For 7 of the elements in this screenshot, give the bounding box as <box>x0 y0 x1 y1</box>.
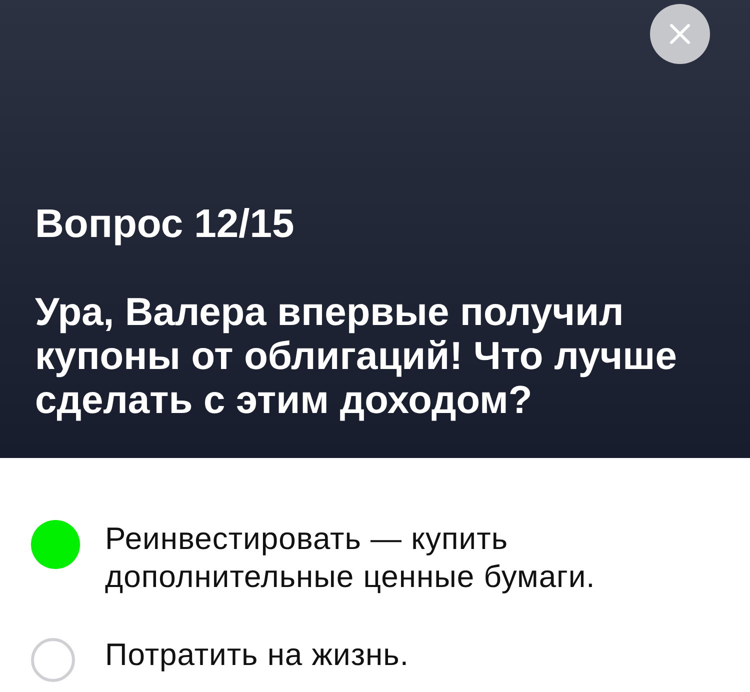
close-icon <box>670 24 690 44</box>
question-text: Ура, Валера впервые получил купоны от облигаций! Что лучше сделать с этим доходом? <box>35 291 678 423</box>
radio-button[interactable] <box>31 520 80 569</box>
option-label: Потратить на жизнь. <box>105 636 409 674</box>
radio-button[interactable] <box>31 638 75 682</box>
question-counter: Вопрос 12/15 <box>35 202 296 246</box>
option-label: Реинвестировать — купить дополнительные ценные бумаги. <box>105 520 596 596</box>
